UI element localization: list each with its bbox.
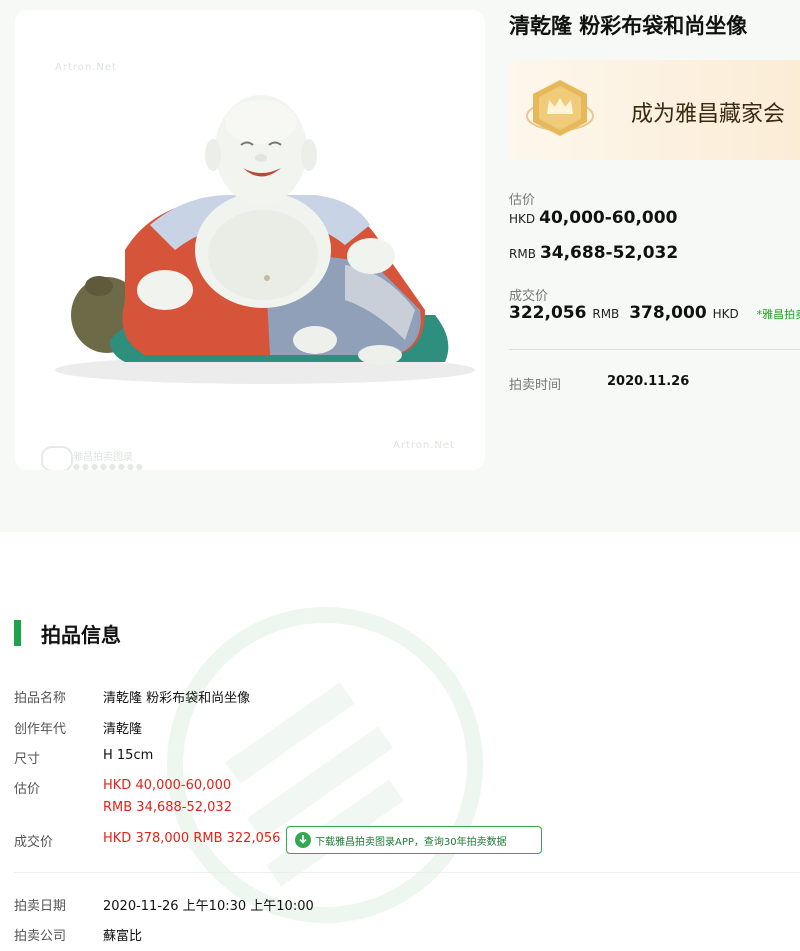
watermark-company: 雅昌拍卖图录 bbox=[73, 452, 133, 463]
member-banner[interactable]: 成为雅昌藏家会 bbox=[509, 60, 800, 160]
member-banner-text: 成为雅昌藏家会 bbox=[631, 102, 786, 127]
estimate-hkd-currency: HKD bbox=[509, 212, 536, 226]
estimate-hkd-value: 40,000-60,000 bbox=[539, 208, 678, 228]
info-value-estimate-hkd: HKD 40,000-60,000 bbox=[103, 778, 232, 793]
info-value-size: H 15cm bbox=[103, 748, 154, 763]
watermark-bottom: Artron.Net bbox=[393, 440, 455, 451]
info-label-hammer: 成交价 bbox=[14, 835, 54, 850]
info-value-era: 清乾隆 bbox=[103, 722, 143, 737]
hammer-rmb-currency: RMB bbox=[592, 307, 620, 321]
info-value-name: 清乾隆 粉彩布袋和尚坐像 bbox=[103, 691, 251, 706]
watermark-top: Artron.Net bbox=[55, 62, 117, 73]
info-label-size: 尺寸 bbox=[14, 752, 41, 767]
auction-time-label: 拍卖时间 bbox=[509, 378, 562, 393]
app-logo-icon bbox=[295, 832, 311, 848]
section-title: 拍品信息 bbox=[41, 623, 121, 647]
info-value-estimate-rmb: RMB 34,688-52,032 bbox=[103, 800, 232, 815]
estimate-hkd: HKD 40,000-60,000 bbox=[509, 208, 677, 228]
divider bbox=[509, 349, 800, 350]
hammer-rmb-value: 322,056 bbox=[509, 303, 587, 323]
hammer-price: 322,056 RMB 378,000 HKD *雅昌拍卖图录 bbox=[509, 303, 800, 323]
info-label-date: 拍卖日期 bbox=[14, 899, 67, 914]
section-accent-bar bbox=[14, 620, 21, 646]
info-label-company: 拍卖公司 bbox=[14, 929, 67, 944]
hammer-label: 成交价 bbox=[509, 289, 549, 304]
estimate-rmb-value: 34,688-52,032 bbox=[539, 243, 679, 263]
info-label-era: 创作年代 bbox=[14, 722, 67, 737]
download-app-text: 下载雅昌拍卖图录APP，查询30年拍卖数据 bbox=[315, 836, 507, 848]
info-value-date: 2020-11-26 上午10:30 上午10:00 bbox=[103, 899, 314, 914]
lot-image-card[interactable]: Artron.Net Artron.Net 雅昌拍卖图录 ●●●●●●●● bbox=[15, 10, 485, 470]
estimate-label: 估价 bbox=[509, 193, 536, 208]
lot-image[interactable] bbox=[15, 10, 485, 470]
info-value-company: 蘇富比 bbox=[103, 929, 143, 944]
info-value-hammer: HKD 378,000 RMB 322,056 bbox=[103, 831, 281, 846]
info-label-name: 拍品名称 bbox=[14, 691, 67, 706]
lot-title: 清乾隆 粉彩布袋和尚坐像 bbox=[509, 14, 748, 38]
estimate-rmb: RMB 34,688-52,032 bbox=[509, 243, 678, 263]
estimate-rmb-currency: RMB bbox=[509, 247, 536, 261]
divider-info bbox=[14, 872, 800, 873]
info-label-estimate: 估价 bbox=[14, 782, 41, 797]
watermark-logo-icon bbox=[41, 446, 73, 470]
auction-time-value: 2020.11.26 bbox=[607, 374, 690, 389]
hammer-hkd-currency: HKD bbox=[712, 307, 739, 321]
hammer-hkd-value: 378,000 bbox=[629, 303, 707, 323]
hammer-note: *雅昌拍卖图录 bbox=[756, 308, 800, 321]
watermark-company-sub: ●●●●●●●● bbox=[73, 462, 145, 470]
background-logo-watermark bbox=[167, 607, 483, 923]
crown-badge-icon bbox=[526, 80, 594, 136]
download-app-button[interactable]: 下载雅昌拍卖图录APP，查询30年拍卖数据 bbox=[286, 826, 542, 854]
